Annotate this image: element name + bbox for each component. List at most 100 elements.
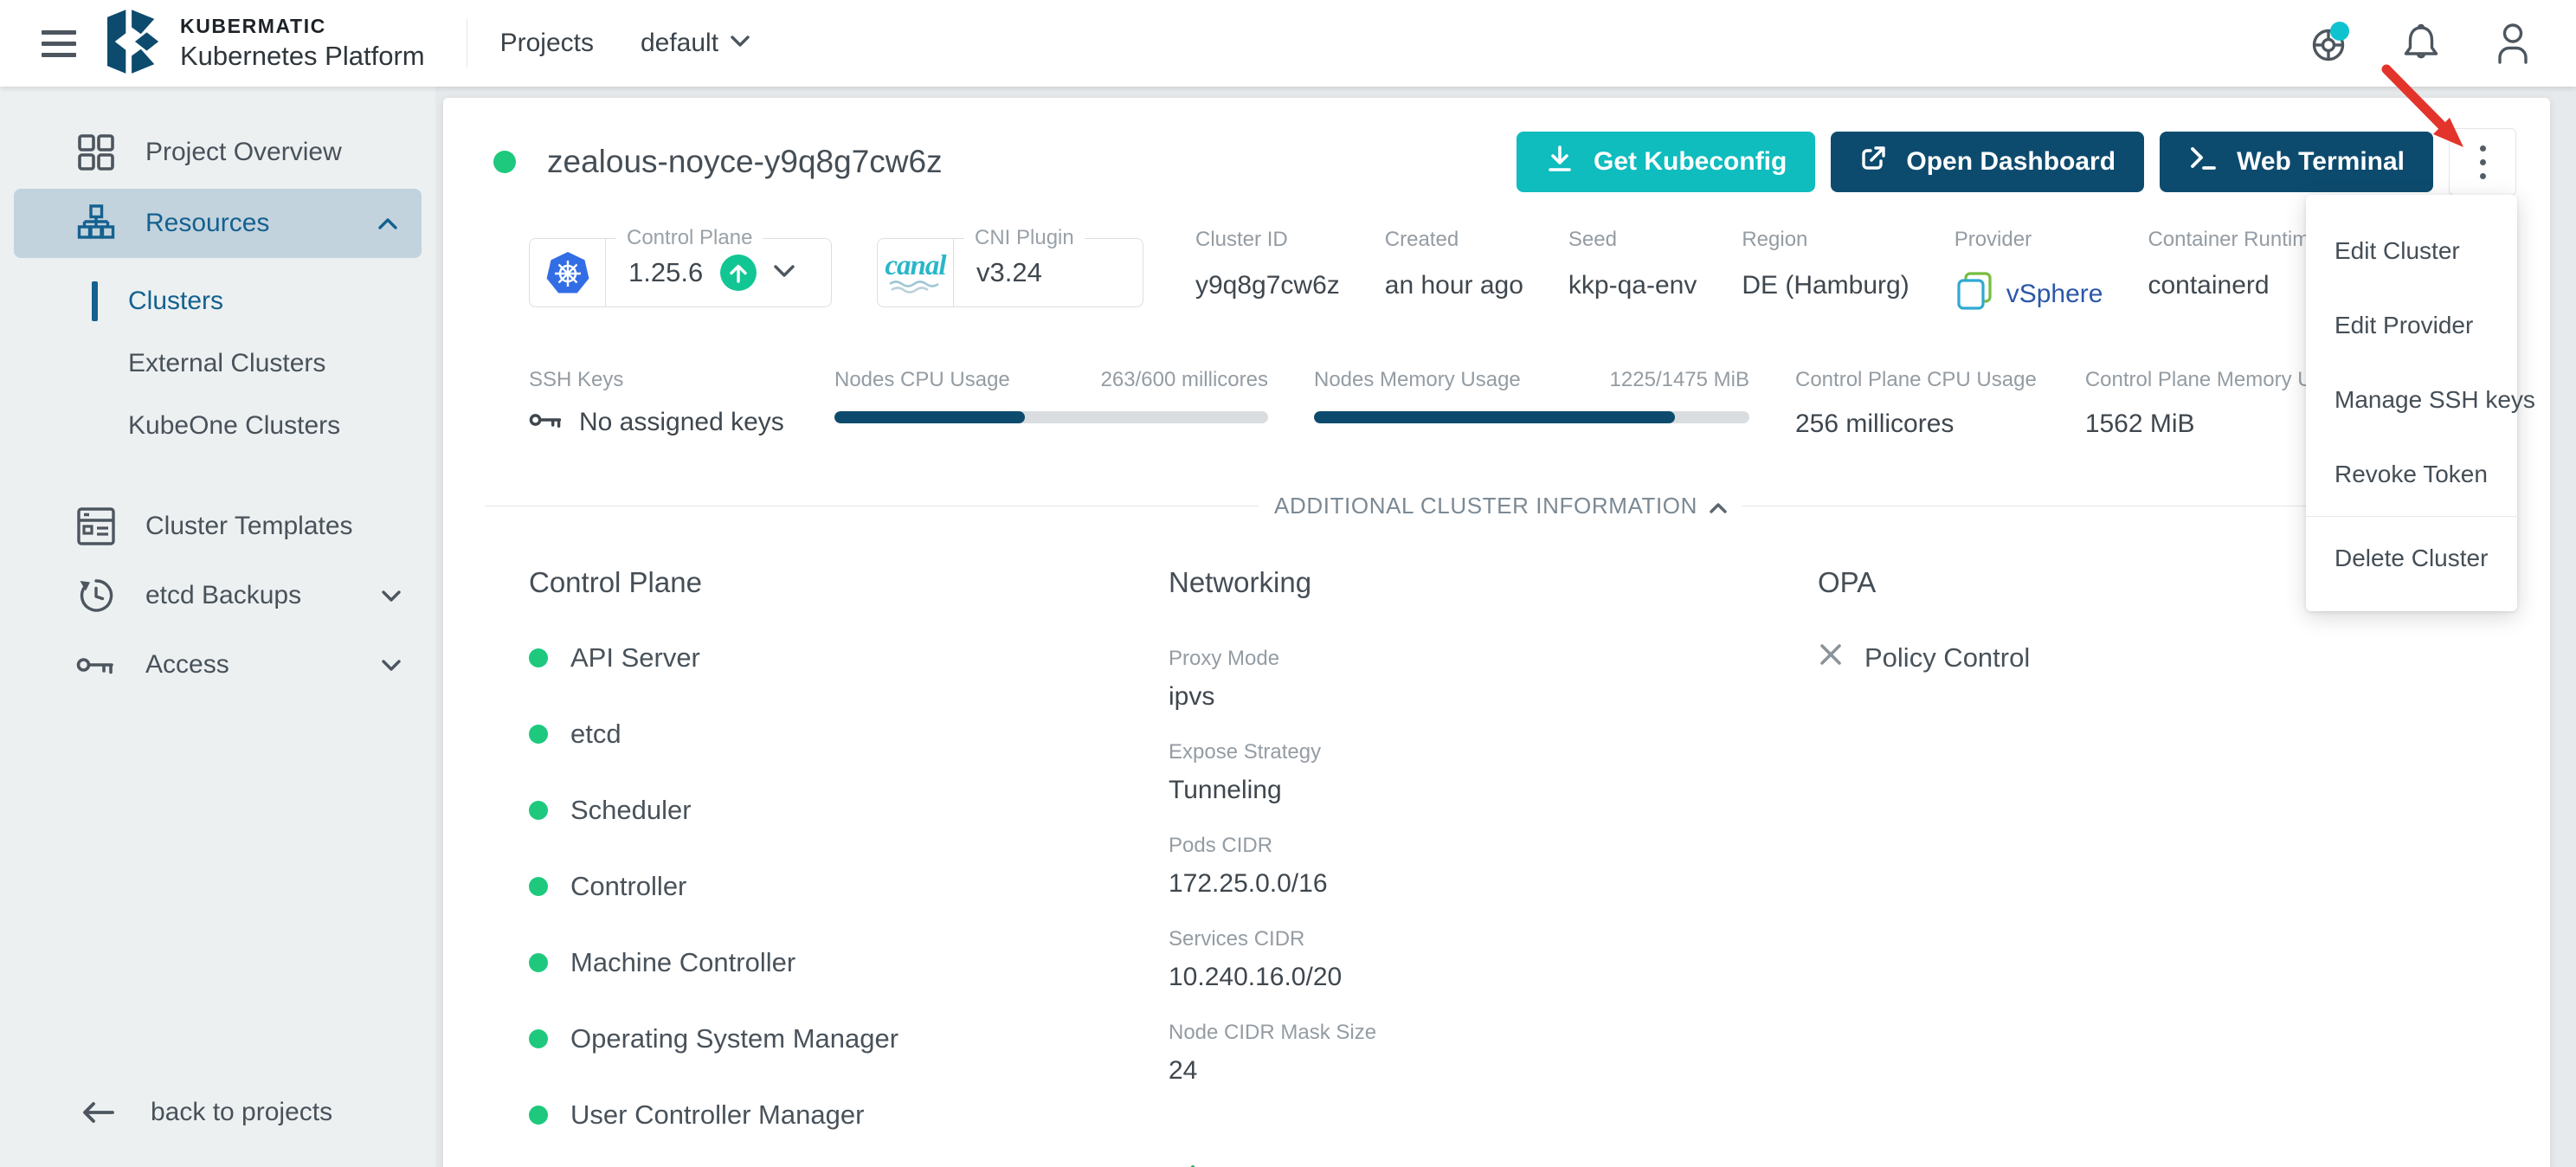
canal-logo: canal bbox=[878, 239, 954, 306]
grid-icon bbox=[76, 132, 116, 172]
nodes-memory-usage-block: Nodes Memory Usage 1225/1475 MiB bbox=[1314, 368, 1749, 423]
sitemap-icon bbox=[76, 203, 116, 243]
kubernetes-logo-icon bbox=[530, 239, 606, 306]
nav-projects-link[interactable]: Projects bbox=[500, 29, 594, 58]
sidebar-item-label: Clusters bbox=[128, 287, 223, 316]
control-plane-version-label: Control Plane bbox=[616, 226, 763, 250]
control-plane-cpu-usage-block: Control Plane CPU Usage 256 millicores bbox=[1795, 368, 2037, 439]
download-icon bbox=[1545, 144, 1575, 180]
chevron-down-icon bbox=[382, 590, 401, 602]
chevron-up-icon bbox=[1710, 493, 1727, 519]
feature-node-local-dns-cache: Node Local DNS Cache bbox=[1169, 1146, 1818, 1167]
open-dashboard-button[interactable]: Open Dashboard bbox=[1831, 132, 2144, 192]
component-scheduler: Scheduler bbox=[529, 772, 1169, 848]
status-dot bbox=[529, 953, 548, 972]
sidebar-item-clusters[interactable]: Clusters bbox=[0, 270, 435, 332]
get-kubeconfig-button[interactable]: Get Kubeconfig bbox=[1517, 132, 1815, 192]
template-icon bbox=[76, 506, 116, 546]
kubermatic-logo[interactable]: KUBERMATIC Kubernetes Platform bbox=[107, 10, 425, 78]
ssh-key-icon bbox=[529, 408, 564, 437]
get-kubeconfig-label: Get Kubeconfig bbox=[1594, 147, 1787, 177]
container-runtime-field: Container Runtime containerd bbox=[2148, 228, 2321, 318]
expose-strategy-value: Tunneling bbox=[1169, 776, 1818, 805]
nodes-cpu-usage-value: 263/600 millicores bbox=[1101, 368, 1268, 392]
cluster-usage-row: SSH Keys No assigned keys Nodes CPU Usag… bbox=[529, 368, 2516, 439]
control-plane-version: 1.25.6 bbox=[628, 257, 703, 288]
brand-text: KUBERMATIC Kubernetes Platform bbox=[180, 15, 425, 72]
proxy-mode-value: ipvs bbox=[1169, 682, 1818, 712]
terminal-icon bbox=[2188, 145, 2218, 179]
back-to-projects-link[interactable]: back to projects bbox=[0, 1080, 435, 1144]
chevron-down-icon[interactable] bbox=[774, 265, 795, 281]
notification-badge bbox=[2330, 22, 2349, 41]
component-machine-controller: Machine Controller bbox=[529, 925, 1169, 1001]
additional-info-divider: ADDITIONAL CLUSTER INFORMATION bbox=[485, 493, 2516, 519]
cluster-name: zealous-noyce-y9q8g7cw6z bbox=[547, 144, 943, 180]
brand-subtitle: Kubernetes Platform bbox=[180, 41, 425, 72]
project-selector-value: default bbox=[641, 29, 718, 58]
web-terminal-button[interactable]: Web Terminal bbox=[2160, 132, 2433, 192]
menu-divider bbox=[2306, 516, 2517, 517]
cluster-actions-menu: Edit Cluster Edit Provider Manage SSH ke… bbox=[2306, 195, 2517, 611]
services-cidr-value: 10.240.16.0/20 bbox=[1169, 963, 1818, 992]
brand-title: KUBERMATIC bbox=[180, 15, 425, 38]
project-selector[interactable]: default bbox=[641, 29, 750, 58]
cluster-meta-fields: Cluster ID y9q8g7cw6z Created an hour ag… bbox=[1195, 228, 2322, 318]
cluster-detail-card: zealous-noyce-y9q8g7cw6z Get Kubeconfig bbox=[443, 98, 2550, 1167]
region-field: Region DE (Hamburg) bbox=[1742, 228, 1909, 318]
kubermatic-logo-icon bbox=[107, 10, 161, 78]
cluster-id-field: Cluster ID y9q8g7cw6z bbox=[1195, 228, 1340, 318]
sidebar-item-label: etcd Backups bbox=[145, 581, 301, 610]
menu-item-edit-provider[interactable]: Edit Provider bbox=[2306, 288, 2517, 363]
sidebar-item-cluster-templates[interactable]: Cluster Templates bbox=[0, 492, 435, 561]
sidebar-item-external-clusters[interactable]: External Clusters bbox=[0, 332, 435, 395]
sidebar-item-etcd-backups[interactable]: etcd Backups bbox=[0, 561, 435, 630]
control-plane-version-box[interactable]: Control Plane 1. bbox=[529, 238, 832, 307]
menu-item-delete-cluster[interactable]: Delete Cluster bbox=[2306, 521, 2517, 596]
user-account-icon[interactable] bbox=[2491, 21, 2534, 66]
sidebar-item-project-overview[interactable]: Project Overview bbox=[0, 118, 435, 187]
changelog-helm-icon[interactable] bbox=[2308, 21, 2351, 66]
seed-field: Seed kkp-qa-env bbox=[1568, 228, 1697, 318]
hamburger-menu-icon[interactable] bbox=[42, 30, 76, 57]
component-etcd: etcd bbox=[529, 696, 1169, 772]
menu-item-manage-ssh-keys[interactable]: Manage SSH keys bbox=[2306, 363, 2517, 437]
cluster-more-actions-button[interactable] bbox=[2449, 128, 2516, 196]
cluster-summary-row: Control Plane 1. bbox=[529, 228, 2516, 318]
additional-info-toggle[interactable]: ADDITIONAL CLUSTER INFORMATION bbox=[1259, 493, 1742, 519]
menu-item-edit-cluster[interactable]: Edit Cluster bbox=[2306, 214, 2517, 288]
component-user-controller-manager: User Controller Manager bbox=[529, 1077, 1169, 1153]
ssh-keys-value: No assigned keys bbox=[579, 408, 784, 437]
menu-item-revoke-token[interactable]: Revoke Token bbox=[2306, 437, 2517, 512]
nodes-memory-usage-value: 1225/1475 MiB bbox=[1610, 368, 1749, 392]
kubermatic-app: KUBERMATIC Kubernetes Platform Projects … bbox=[0, 0, 2576, 1167]
sidebar-item-kubeone-clusters[interactable]: KubeOne Clusters bbox=[0, 395, 435, 457]
upgrade-available-icon[interactable] bbox=[720, 255, 757, 291]
top-navbar: KUBERMATIC Kubernetes Platform Projects … bbox=[0, 0, 2576, 87]
pods-cidr-value: 172.25.0.0/16 bbox=[1169, 869, 1818, 899]
web-terminal-label: Web Terminal bbox=[2237, 147, 2405, 177]
x-icon bbox=[1818, 642, 1844, 674]
sidebar-item-label: Cluster Templates bbox=[145, 512, 353, 541]
nodes-memory-usage-bar bbox=[1314, 411, 1749, 423]
arrow-left-icon bbox=[80, 1100, 118, 1125]
status-dot bbox=[529, 801, 548, 820]
status-dot bbox=[529, 1029, 548, 1048]
back-to-projects-label: back to projects bbox=[151, 1098, 332, 1127]
nodes-cpu-usage-bar bbox=[834, 411, 1268, 423]
external-link-icon bbox=[1859, 145, 1887, 179]
cni-plugin-label: CNI Plugin bbox=[964, 226, 1085, 250]
notifications-bell-icon[interactable] bbox=[2399, 21, 2443, 66]
status-dot bbox=[529, 877, 548, 896]
additional-info-columns: Control Plane API Server etcd Scheduler … bbox=[529, 566, 2516, 1167]
check-icon bbox=[1169, 1161, 1196, 1167]
sidebar-item-resources[interactable]: Resources bbox=[14, 189, 422, 258]
cluster-header: zealous-noyce-y9q8g7cw6z Get Kubeconfig bbox=[485, 128, 2516, 196]
sidebar-item-label: Resources bbox=[145, 209, 269, 238]
resources-sublist: Clusters External Clusters KubeOne Clust… bbox=[0, 270, 435, 457]
cluster-health-dot bbox=[493, 151, 516, 173]
networking-column: Networking Proxy Mode ipvs Expose Strate… bbox=[1169, 566, 1818, 1167]
component-operating-system-manager: Operating System Manager bbox=[529, 1001, 1169, 1077]
sidebar-item-access[interactable]: Access bbox=[0, 630, 435, 700]
component-controller: Controller bbox=[529, 848, 1169, 925]
